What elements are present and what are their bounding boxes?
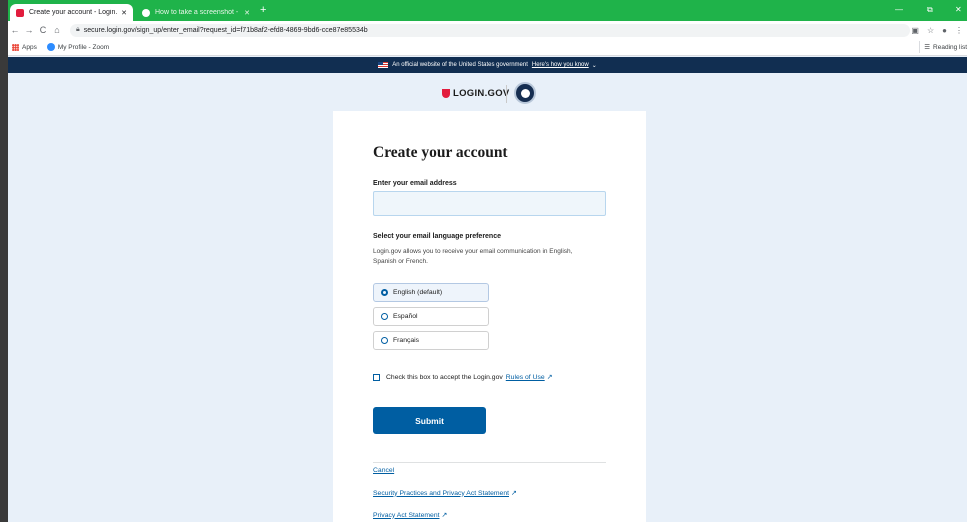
rules-of-use-text: Check this box to accept the Login.gov [386,373,503,381]
radio-selected-icon [381,289,388,296]
menu-icon[interactable]: ⋮ [955,26,963,35]
window-left-edge [0,0,8,522]
privacy-act-link[interactable]: Privacy Act Statement [373,512,440,519]
security-practices-link[interactable]: Security Practices and Privacy Act State… [373,490,509,497]
shield-icon [442,89,450,98]
reading-list-icon: ☰ [924,44,931,51]
external-link-icon: ↗ [511,490,517,497]
home-icon[interactable]: ⌂ [50,25,64,35]
cancel-link[interactable]: Cancel [373,467,394,474]
tab-close-icon[interactable]: ✕ [244,9,250,17]
login-gov-logo: LOGIN.GOV [442,88,510,99]
radio-english[interactable]: English (default) [373,283,489,302]
gov-banner-text: An official website of the United States… [392,62,528,68]
minimize-button[interactable]: — [895,5,903,14]
email-label: Enter your email address [373,180,457,187]
rules-of-use-checkbox-row: Check this box to accept the Login.gov R… [373,373,553,381]
browser-tab-strip: Create your account - Login.gov ✕ How to… [0,0,967,21]
login-gov-favicon-icon [16,8,24,17]
logo-text: LOGIN.GOV [453,88,510,99]
external-link-icon: ↗ [546,374,553,381]
radio-label: English (default) [393,289,443,296]
external-link-icon: ↗ [441,512,448,519]
create-account-card: Create your account Enter your email add… [333,111,646,522]
agency-seal-icon [514,82,536,104]
rules-of-use-link[interactable]: Rules of Use [506,374,545,381]
radio-french[interactable]: Français [373,331,489,350]
tab-create-account[interactable]: Create your account - Login.gov ✕ [10,4,133,21]
bookmark-label: My Profile - Zoom [57,43,110,51]
address-bar[interactable]: 🔒︎ secure.login.gov/sign_up/enter_email?… [70,23,910,37]
email-field[interactable] [373,191,606,216]
tab-how-to-screenshot[interactable]: How to take a screenshot - Goo... ✕ [136,4,256,21]
language-description: Login.gov allows you to receive your ema… [373,248,573,265]
apps-grid-icon [12,43,19,51]
submit-button[interactable]: Submit [373,407,486,434]
zoom-icon [46,43,55,51]
star-icon[interactable]: ☆ [927,26,934,35]
new-tab-button[interactable]: + [260,4,266,16]
bookmarks-bar: Apps My Profile - Zoom ☰ Reading list [8,39,967,56]
us-flag-icon [378,62,389,68]
chevron-down-icon[interactable]: ⌄ [592,62,597,69]
bookmark-label: Apps [22,43,37,51]
radio-label: Español [393,313,418,320]
address-toolbar: ← → C ⌂ 🔒︎ secure.login.gov/sign_up/ente… [8,21,967,39]
security-practices-row: Security Practices and Privacy Act State… [373,489,517,498]
heres-how-you-know-link[interactable]: Here's how you know [532,62,589,68]
url-text: secure.login.gov/sign_up/enter_email?req… [83,26,368,34]
profile-icon[interactable]: ● [942,26,947,35]
restore-button[interactable]: ⧉ [927,5,933,15]
google-favicon-icon [142,8,150,17]
gov-banner: An official website of the United States… [8,57,967,73]
lock-icon: 🔒︎ [76,26,80,33]
radio-label: Français [393,337,420,344]
radio-unselected-icon [381,337,388,344]
rules-of-use-checkbox[interactable] [373,373,380,381]
bookmark-apps[interactable]: Apps [12,43,37,51]
tab-title: Create your account - Login.gov [29,9,118,16]
privacy-act-row: Privacy Act Statement ↗ [373,511,448,520]
window-close-button[interactable]: ✕ [955,5,962,14]
back-arrow-icon[interactable]: ← [8,25,22,35]
language-heading: Select your email language preference [373,233,501,240]
logo-divider [506,85,507,103]
tab-close-icon[interactable]: ✕ [121,9,127,17]
reading-list-label: Reading list [933,43,967,51]
radio-unselected-icon [381,313,388,320]
page-title: Create your account [373,144,508,161]
tab-title: How to take a screenshot - Goo... [155,9,240,16]
bookmark-zoom-profile[interactable]: My Profile - Zoom [46,43,110,51]
footer-divider [373,462,606,463]
radio-spanish[interactable]: Español [373,307,489,326]
extension-icon[interactable]: ▣ [911,26,919,35]
reload-icon[interactable]: C [36,25,50,35]
reading-list-button[interactable]: ☰ Reading list [919,41,967,53]
forward-arrow-icon[interactable]: → [22,25,36,35]
